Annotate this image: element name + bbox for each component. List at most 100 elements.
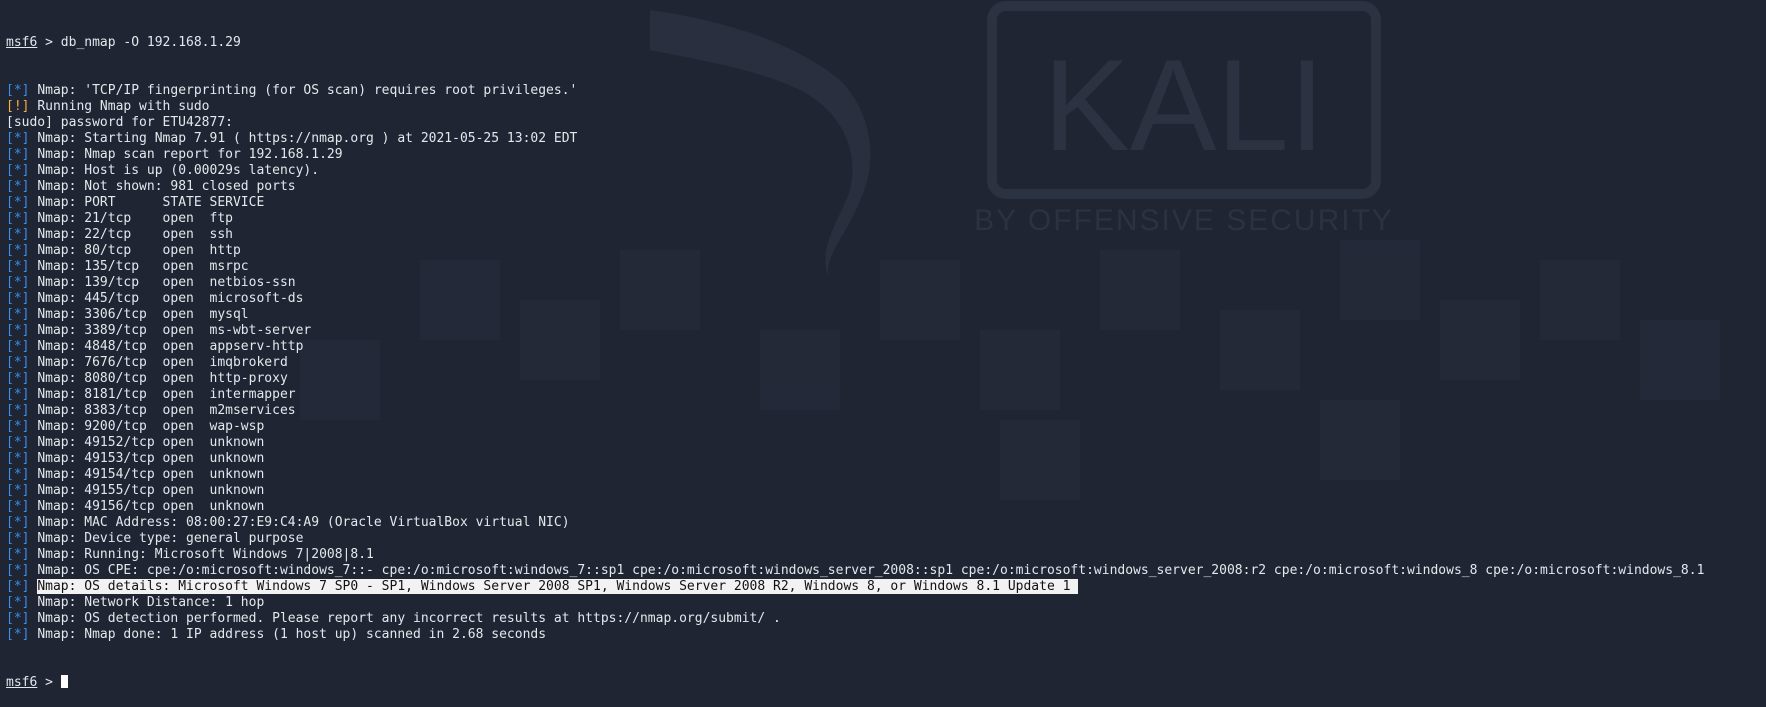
info-tag: [*] bbox=[6, 179, 30, 194]
terminal-line: [*] Nmap: Nmap scan report for 192.168.1… bbox=[6, 147, 1766, 163]
line-text: Nmap: 49153/tcp open unknown bbox=[37, 451, 265, 466]
prompt-name: msf6 bbox=[6, 35, 38, 50]
terminal-line: [*] Nmap: Nmap done: 1 IP address (1 hos… bbox=[6, 627, 1766, 643]
line-text: Nmap: 80/tcp open http bbox=[37, 243, 241, 258]
terminal-line: [*] Nmap: 49152/tcp open unknown bbox=[6, 435, 1766, 451]
line-text: Running Nmap with sudo bbox=[37, 99, 210, 114]
info-tag: [*] bbox=[6, 547, 30, 562]
output-lines: [*] Nmap: 'TCP/IP fingerprinting (for OS… bbox=[6, 83, 1766, 643]
info-tag: [*] bbox=[6, 211, 30, 226]
line-text: Nmap: 22/tcp open ssh bbox=[37, 227, 233, 242]
line-text: Nmap: 3389/tcp open ms-wbt-server bbox=[37, 323, 312, 338]
prompt-name: msf6 bbox=[6, 675, 38, 690]
line-text: Nmap: Nmap scan report for 192.168.1.29 bbox=[37, 147, 343, 162]
terminal-line: [sudo] password for ETU42877: bbox=[6, 115, 1766, 131]
info-tag: [*] bbox=[6, 339, 30, 354]
terminal-line: [*] Nmap: 8383/tcp open m2mservices bbox=[6, 403, 1766, 419]
input-line[interactable]: msf6 > bbox=[6, 675, 1766, 691]
line-text: Nmap: 3306/tcp open mysql bbox=[37, 307, 249, 322]
info-tag: [*] bbox=[6, 147, 30, 162]
info-tag: [*] bbox=[6, 131, 30, 146]
info-tag: [*] bbox=[6, 595, 30, 610]
command-line: msf6 > db_nmap -O 192.168.1.29 bbox=[6, 35, 1766, 51]
info-tag: [*] bbox=[6, 483, 30, 498]
prompt-symbol: > bbox=[45, 35, 53, 50]
terminal-line: [*] Nmap: 49156/tcp open unknown bbox=[6, 499, 1766, 515]
terminal-line: [*] Nmap: 3306/tcp open mysql bbox=[6, 307, 1766, 323]
info-tag: [*] bbox=[6, 83, 30, 98]
terminal-line: [*] Nmap: 80/tcp open http bbox=[6, 243, 1766, 259]
line-text: Nmap: Host is up (0.00029s latency). bbox=[37, 163, 320, 178]
info-tag: [*] bbox=[6, 387, 30, 402]
line-text: Nmap: OS CPE: cpe:/o:microsoft:windows_7… bbox=[37, 563, 1705, 578]
info-tag: [*] bbox=[6, 403, 30, 418]
terminal-line: [*] Nmap: 9200/tcp open wap-wsp bbox=[6, 419, 1766, 435]
line-text: Nmap: 4848/tcp open appserv-http bbox=[37, 339, 304, 354]
prompt-symbol: > bbox=[45, 675, 53, 690]
terminal-line: [*] Nmap: 4848/tcp open appserv-http bbox=[6, 339, 1766, 355]
info-tag: [*] bbox=[6, 419, 30, 434]
line-text: Nmap: Not shown: 981 closed ports bbox=[37, 179, 296, 194]
terminal-line: [*] Nmap: 8080/tcp open http-proxy bbox=[6, 371, 1766, 387]
info-tag: [*] bbox=[6, 515, 30, 530]
line-text: Nmap: Device type: general purpose bbox=[37, 531, 304, 546]
line-text: Nmap: Network Distance: 1 hop bbox=[37, 595, 265, 610]
line-text: Nmap: 8080/tcp open http-proxy bbox=[37, 371, 288, 386]
terminal-line: [*] Nmap: 49155/tcp open unknown bbox=[6, 483, 1766, 499]
info-tag: [*] bbox=[6, 435, 30, 450]
info-tag: [*] bbox=[6, 323, 30, 338]
line-text: Nmap: 8181/tcp open intermapper bbox=[37, 387, 296, 402]
terminal-line: [*] Nmap: 49153/tcp open unknown bbox=[6, 451, 1766, 467]
line-text: Nmap: 445/tcp open microsoft-ds bbox=[37, 291, 304, 306]
terminal-line: [*] Nmap: OS detection performed. Please… bbox=[6, 611, 1766, 627]
line-text: Nmap: 139/tcp open netbios-ssn bbox=[37, 275, 296, 290]
terminal-line: [*] Nmap: 135/tcp open msrpc bbox=[6, 259, 1766, 275]
terminal-line: [*] Nmap: Running: Microsoft Windows 7|2… bbox=[6, 547, 1766, 563]
info-tag: [*] bbox=[6, 499, 30, 514]
terminal-line: [*] Nmap: 7676/tcp open imqbrokerd bbox=[6, 355, 1766, 371]
terminal-line: [*] Nmap: 3389/tcp open ms-wbt-server bbox=[6, 323, 1766, 339]
warning-tag: [!] bbox=[6, 99, 30, 114]
highlighted-line-text: Nmap: OS details: Microsoft Windows 7 SP… bbox=[37, 579, 1079, 594]
cursor bbox=[60, 675, 68, 688]
terminal-line: [*] Nmap: Host is up (0.00029s latency). bbox=[6, 163, 1766, 179]
line-text: Nmap: 8383/tcp open m2mservices bbox=[37, 403, 296, 418]
info-tag: [*] bbox=[6, 307, 30, 322]
line-text: Nmap: 135/tcp open msrpc bbox=[37, 259, 249, 274]
terminal-line: [*] Nmap: Network Distance: 1 hop bbox=[6, 595, 1766, 611]
terminal-line: [*] Nmap: 22/tcp open ssh bbox=[6, 227, 1766, 243]
terminal-line: [*] Nmap: 8181/tcp open intermapper bbox=[6, 387, 1766, 403]
terminal-output[interactable]: msf6 > db_nmap -O 192.168.1.29 [*] Nmap:… bbox=[0, 0, 1766, 690]
line-text: Nmap: 7676/tcp open imqbrokerd bbox=[37, 355, 288, 370]
terminal-line: [*] Nmap: Not shown: 981 closed ports bbox=[6, 179, 1766, 195]
info-tag: [*] bbox=[6, 563, 30, 578]
line-text: Nmap: 'TCP/IP fingerprinting (for OS sca… bbox=[37, 83, 578, 98]
terminal-line: [*] Nmap: Device type: general purpose bbox=[6, 531, 1766, 547]
terminal-line: [*] Nmap: 49154/tcp open unknown bbox=[6, 467, 1766, 483]
terminal-line: [*] Nmap: OS details: Microsoft Windows … bbox=[6, 579, 1766, 595]
line-text: Nmap: Running: Microsoft Windows 7|2008|… bbox=[37, 547, 374, 562]
info-tag: [*] bbox=[6, 259, 30, 274]
info-tag: [*] bbox=[6, 163, 30, 178]
line-text: [sudo] password for ETU42877: bbox=[6, 115, 233, 130]
info-tag: [*] bbox=[6, 227, 30, 242]
terminal-line: [*] Nmap: 21/tcp open ftp bbox=[6, 211, 1766, 227]
info-tag: [*] bbox=[6, 291, 30, 306]
line-text: Nmap: 9200/tcp open wap-wsp bbox=[37, 419, 265, 434]
info-tag: [*] bbox=[6, 451, 30, 466]
info-tag: [*] bbox=[6, 355, 30, 370]
line-text: Nmap: PORT STATE SERVICE bbox=[37, 195, 265, 210]
info-tag: [*] bbox=[6, 243, 30, 258]
info-tag: [*] bbox=[6, 371, 30, 386]
terminal-line: [*] Nmap: PORT STATE SERVICE bbox=[6, 195, 1766, 211]
line-text: Nmap: OS detection performed. Please rep… bbox=[37, 611, 781, 626]
line-text: Nmap: MAC Address: 08:00:27:E9:C4:A9 (Or… bbox=[37, 515, 570, 530]
line-text: Nmap: 49154/tcp open unknown bbox=[37, 467, 265, 482]
info-tag: [*] bbox=[6, 531, 30, 546]
info-tag: [*] bbox=[6, 195, 30, 210]
info-tag: [*] bbox=[6, 627, 30, 642]
terminal-line: [*] Nmap: 445/tcp open microsoft-ds bbox=[6, 291, 1766, 307]
terminal-line: [!] Running Nmap with sudo bbox=[6, 99, 1766, 115]
terminal-line: [*] Nmap: 'TCP/IP fingerprinting (for OS… bbox=[6, 83, 1766, 99]
line-text: Nmap: 21/tcp open ftp bbox=[37, 211, 233, 226]
